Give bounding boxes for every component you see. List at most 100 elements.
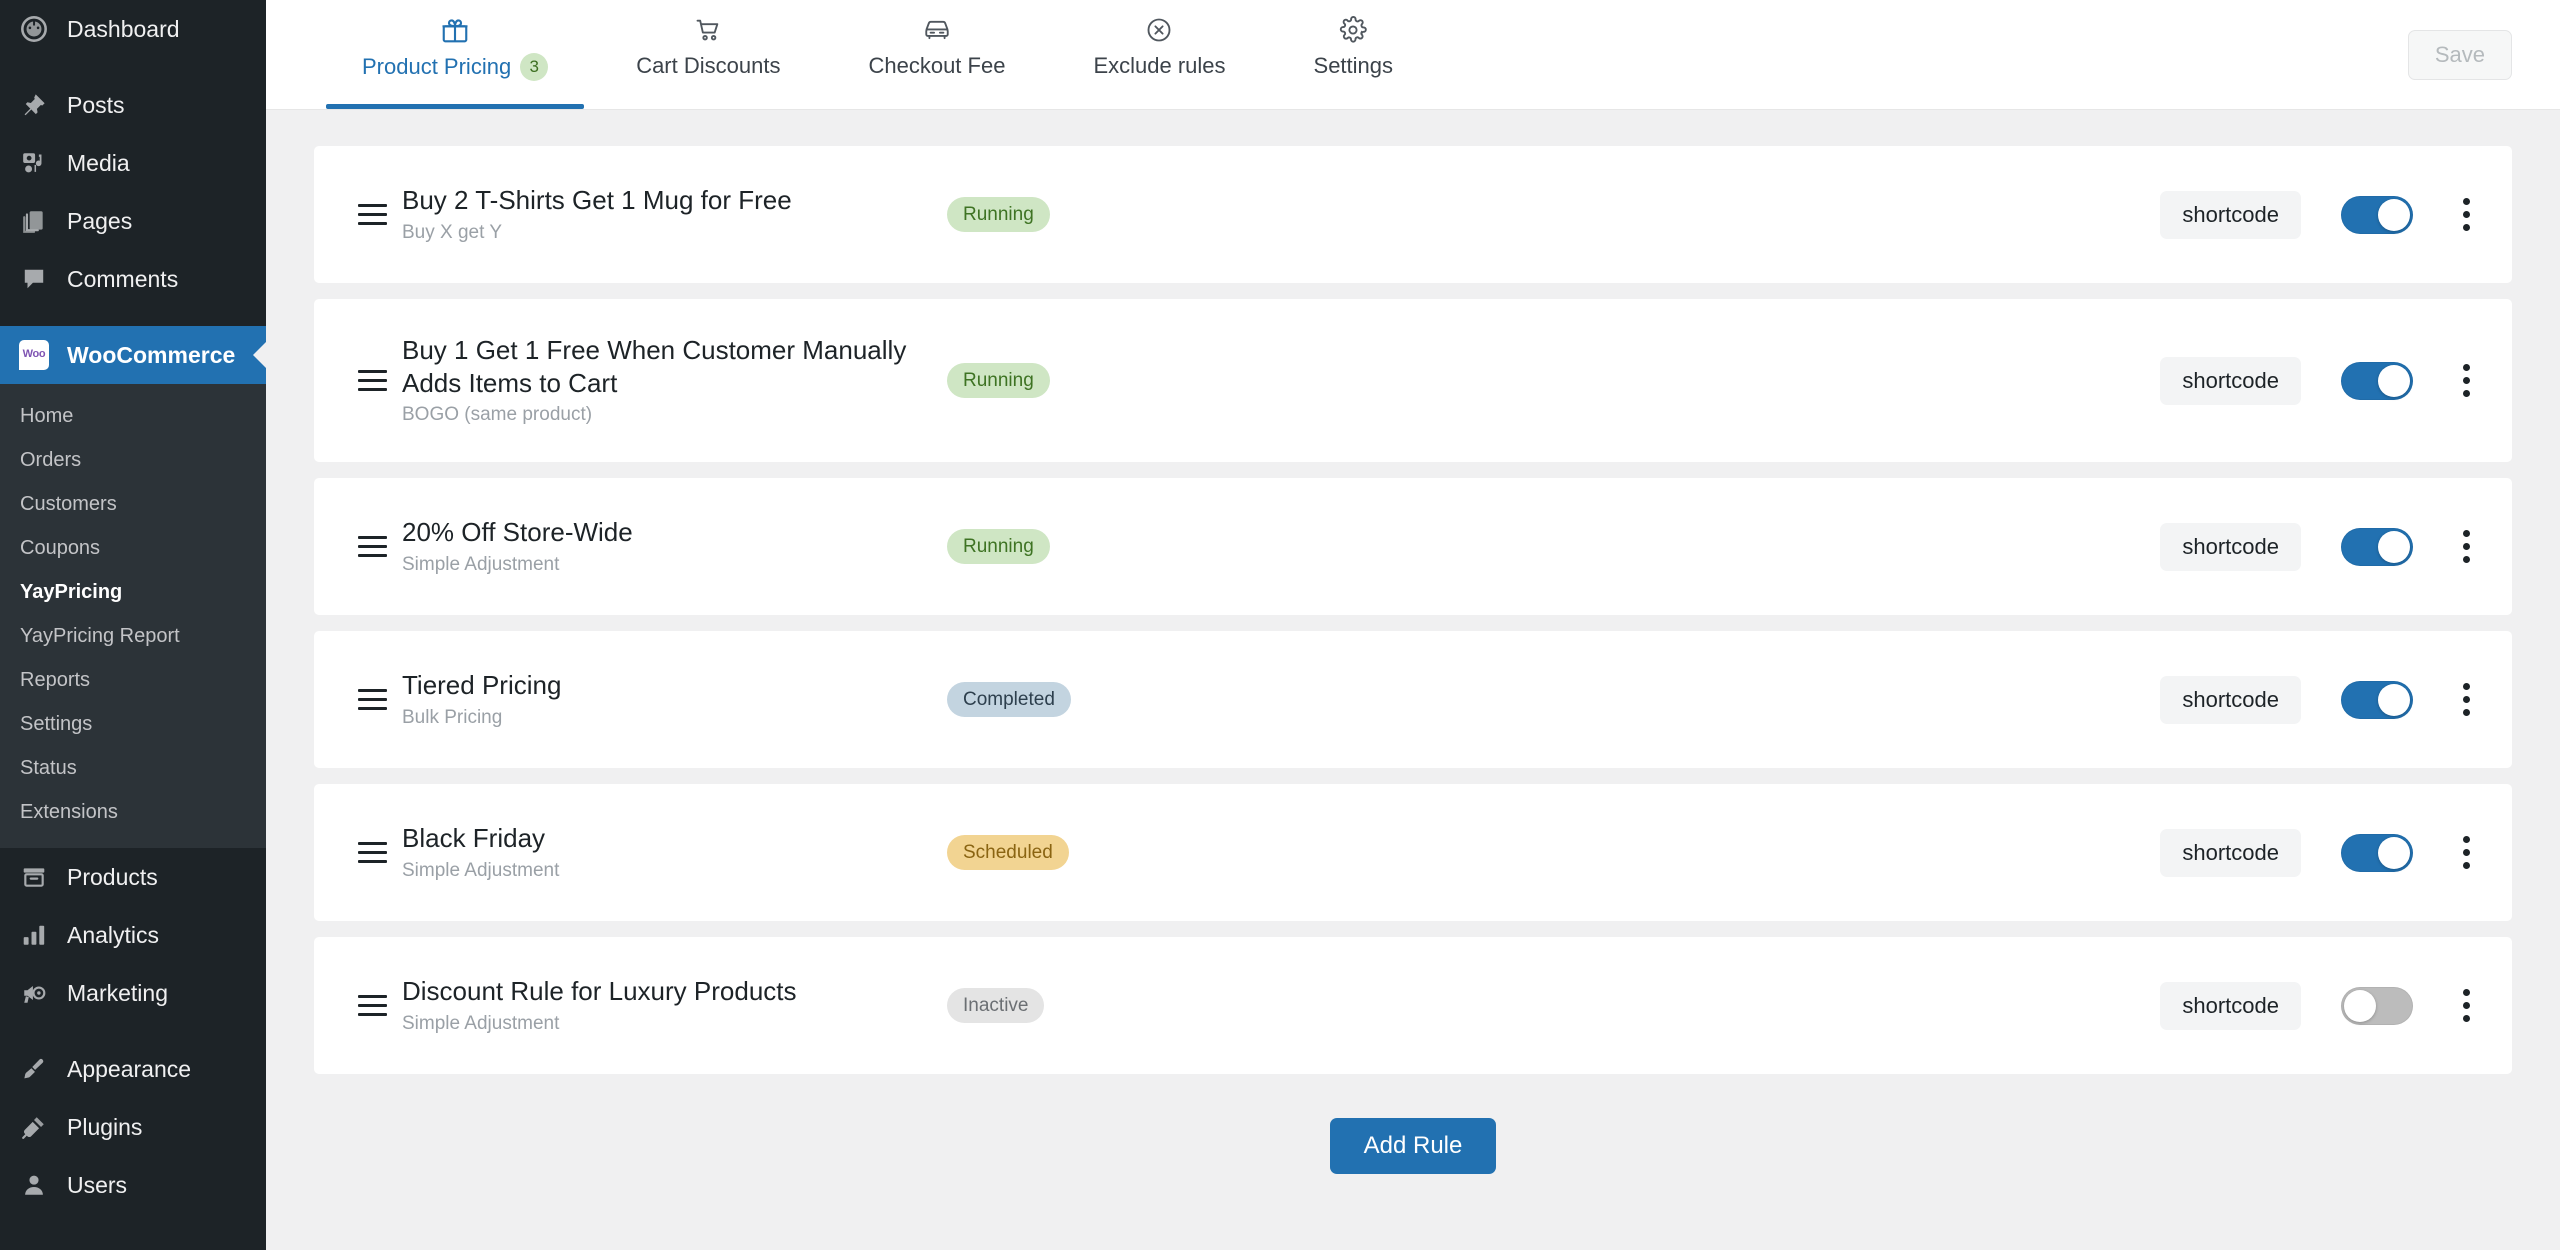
- submenu-item-reports[interactable]: Reports: [0, 658, 266, 702]
- status-cell: Running: [947, 529, 1467, 565]
- rule-enable-toggle[interactable]: [2341, 196, 2413, 234]
- row-menu-button[interactable]: [2453, 832, 2480, 873]
- shortcode-button[interactable]: shortcode: [2160, 357, 2301, 405]
- submenu-item-coupons[interactable]: Coupons: [0, 526, 266, 570]
- tab-label-text: Product Pricing: [362, 54, 511, 80]
- drag-handle-icon[interactable]: [358, 370, 402, 391]
- tab-count-badge: 3: [520, 53, 548, 81]
- add-rule-button[interactable]: Add Rule: [1330, 1118, 1497, 1174]
- submenu-item-home[interactable]: Home: [0, 394, 266, 438]
- drag-handle-icon[interactable]: [358, 842, 402, 863]
- submenu-item-yaypricing-report[interactable]: YayPricing Report: [0, 614, 266, 658]
- row-menu-button[interactable]: [2453, 194, 2480, 235]
- pin-icon: [18, 89, 50, 121]
- table-row[interactable]: Buy 1 Get 1 Free When Customer Manually …: [314, 299, 2512, 462]
- rule-title: Buy 1 Get 1 Free When Customer Manually …: [402, 334, 931, 400]
- circle-x-icon: [1145, 12, 1173, 48]
- tab-label-text: Settings: [1314, 53, 1394, 79]
- sidebar-item-marketing[interactable]: Marketing: [0, 964, 266, 1022]
- shortcode-button[interactable]: shortcode: [2160, 676, 2301, 724]
- drag-handle-icon[interactable]: [358, 689, 402, 710]
- comments-icon: [18, 263, 50, 295]
- sidebar-item-label: Dashboard: [67, 15, 180, 44]
- checkout-fee-icon: [923, 12, 951, 48]
- sidebar-item-products[interactable]: Products: [0, 848, 266, 906]
- sidebar-item-comments[interactable]: Comments: [0, 250, 266, 308]
- rule-title: Tiered Pricing: [402, 669, 931, 702]
- sidebar-item-label: Pages: [67, 207, 132, 236]
- submenu-item-customers[interactable]: Customers: [0, 482, 266, 526]
- rule-actions: shortcode: [2160, 191, 2480, 239]
- submenu-item-extensions[interactable]: Extensions: [0, 790, 266, 834]
- tab-label-text: Checkout Fee: [868, 53, 1005, 79]
- rule-enable-toggle[interactable]: [2341, 834, 2413, 872]
- tab-checkout-fee[interactable]: Checkout Fee: [824, 0, 1049, 109]
- tab-settings[interactable]: Settings: [1270, 0, 1438, 109]
- media-icon: [18, 147, 50, 179]
- dashboard-icon: [18, 13, 50, 45]
- rule-actions: shortcode: [2160, 357, 2480, 405]
- tab-cart-discounts[interactable]: Cart Discounts: [592, 0, 824, 109]
- sidebar-item-label: Analytics: [67, 921, 159, 950]
- sidebar-item-media[interactable]: Media: [0, 134, 266, 192]
- submenu-item-yaypricing[interactable]: YayPricing: [0, 570, 266, 614]
- submenu-item-status[interactable]: Status: [0, 746, 266, 790]
- table-row[interactable]: 20% Off Store-Wide Simple Adjustment Run…: [314, 478, 2512, 615]
- sidebar-item-posts[interactable]: Posts: [0, 76, 266, 134]
- rule-actions: shortcode: [2160, 523, 2480, 571]
- sidebar-item-pages[interactable]: Pages: [0, 192, 266, 250]
- rule-enable-toggle[interactable]: [2341, 528, 2413, 566]
- shortcode-button[interactable]: shortcode: [2160, 982, 2301, 1030]
- save-button[interactable]: Save: [2408, 30, 2512, 80]
- tab-label: Settings: [1314, 53, 1394, 79]
- submenu-item-orders[interactable]: Orders: [0, 438, 266, 482]
- table-row[interactable]: Tiered Pricing Bulk Pricing Completed sh…: [314, 631, 2512, 768]
- table-row[interactable]: Black Friday Simple Adjustment Scheduled…: [314, 784, 2512, 921]
- status-cell: Scheduled: [947, 835, 1467, 871]
- rule-enable-toggle[interactable]: [2341, 681, 2413, 719]
- drag-handle-icon[interactable]: [358, 536, 402, 557]
- shortcode-button[interactable]: shortcode: [2160, 523, 2301, 571]
- main-area: Product Pricing 3 Cart Discounts: [266, 0, 2560, 1250]
- sidebar-item-plugins[interactable]: Plugins: [0, 1098, 266, 1156]
- row-menu-button[interactable]: [2453, 985, 2480, 1026]
- rule-title: Discount Rule for Luxury Products: [402, 975, 931, 1008]
- status-badge: Inactive: [947, 988, 1044, 1024]
- drag-handle-icon[interactable]: [358, 995, 402, 1016]
- sidebar-divider: [0, 308, 266, 326]
- sidebar-item-analytics[interactable]: Analytics: [0, 906, 266, 964]
- status-badge: Running: [947, 529, 1050, 565]
- products-icon: [18, 861, 50, 893]
- tab-label: Exclude rules: [1093, 53, 1225, 79]
- tab-exclude-rules[interactable]: Exclude rules: [1049, 0, 1269, 109]
- table-row[interactable]: Buy 2 T-Shirts Get 1 Mug for Free Buy X …: [314, 146, 2512, 283]
- status-badge: Scheduled: [947, 835, 1069, 871]
- rule-enable-toggle[interactable]: [2341, 362, 2413, 400]
- rule-info: 20% Off Store-Wide Simple Adjustment: [402, 516, 947, 577]
- shortcode-button[interactable]: shortcode: [2160, 829, 2301, 877]
- sidebar-item-label: WooCommerce: [67, 341, 235, 370]
- rules-list: Buy 2 T-Shirts Get 1 Mug for Free Buy X …: [266, 110, 2560, 1250]
- user-icon: [18, 1169, 50, 1201]
- submenu-item-settings[interactable]: Settings: [0, 702, 266, 746]
- sidebar-item-label: Plugins: [67, 1113, 142, 1142]
- table-row[interactable]: Discount Rule for Luxury Products Simple…: [314, 937, 2512, 1074]
- save-area: Save: [2408, 0, 2560, 109]
- tab-product-pricing[interactable]: Product Pricing 3: [318, 0, 592, 109]
- sidebar-item-woocommerce[interactable]: Woo WooCommerce: [0, 326, 266, 384]
- rule-actions: shortcode: [2160, 676, 2480, 724]
- rule-title: Black Friday: [402, 822, 931, 855]
- drag-handle-icon[interactable]: [358, 204, 402, 225]
- admin-sidebar: Dashboard Posts Media Pages Commen: [0, 0, 266, 1250]
- sidebar-item-dashboard[interactable]: Dashboard: [0, 0, 266, 58]
- shortcode-button[interactable]: shortcode: [2160, 191, 2301, 239]
- rule-title: Buy 2 T-Shirts Get 1 Mug for Free: [402, 184, 931, 217]
- row-menu-button[interactable]: [2453, 526, 2480, 567]
- rule-subtitle: Simple Adjustment: [402, 860, 931, 883]
- rule-enable-toggle[interactable]: [2341, 987, 2413, 1025]
- sidebar-item-appearance[interactable]: Appearance: [0, 1040, 266, 1098]
- row-menu-button[interactable]: [2453, 679, 2480, 720]
- add-rule-area: Add Rule: [314, 1090, 2512, 1174]
- sidebar-item-users[interactable]: Users: [0, 1156, 266, 1214]
- row-menu-button[interactable]: [2453, 360, 2480, 401]
